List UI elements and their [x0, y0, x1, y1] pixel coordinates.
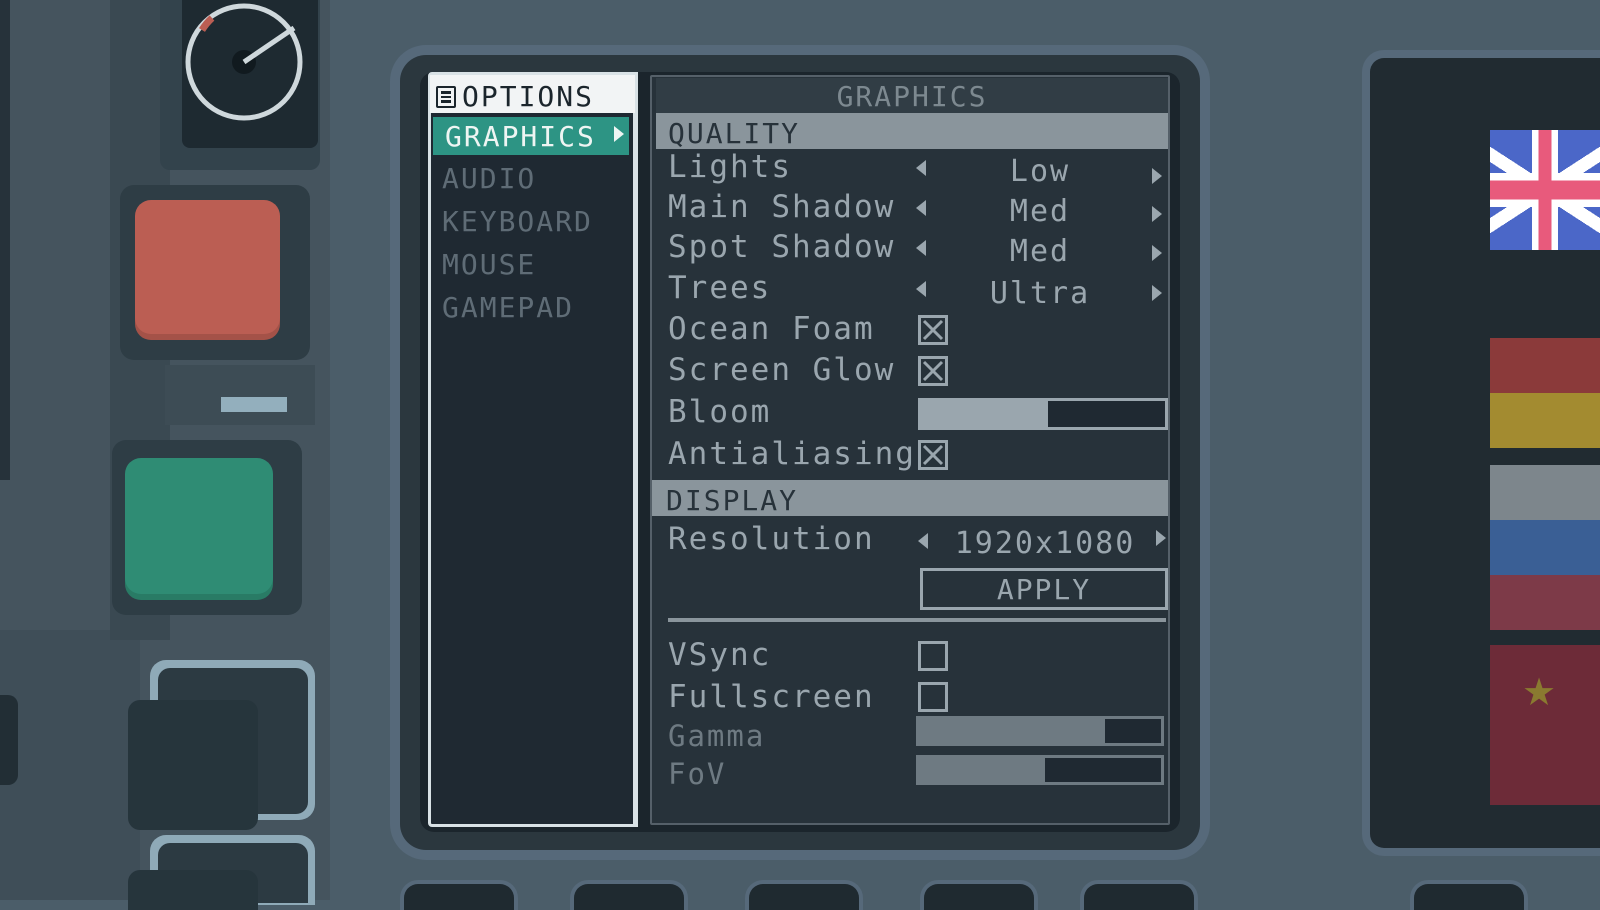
lights-decrease-arrow[interactable] — [916, 160, 926, 176]
screen-glow-label: Screen Glow — [668, 352, 896, 388]
console-key[interactable] — [1080, 880, 1198, 910]
panel-edge — [0, 0, 10, 480]
menu-item-mouse[interactable]: MOUSE — [442, 248, 536, 281]
gauge-icon — [185, 3, 303, 121]
screen-glow-checkbox[interactable] — [918, 356, 948, 386]
uk-flag-icon[interactable] — [1490, 130, 1600, 250]
spot-shadow-increase-arrow[interactable] — [1152, 245, 1162, 261]
console-key[interactable] — [570, 880, 688, 910]
console-key[interactable] — [745, 880, 863, 910]
ocean-foam-checkbox[interactable] — [918, 315, 948, 345]
fov-slider[interactable] — [916, 755, 1164, 785]
indicator-slot — [165, 365, 315, 425]
options-title: OPTIONS — [462, 80, 595, 113]
section-divider — [668, 618, 1166, 622]
main-shadow-decrease-arrow[interactable] — [916, 200, 926, 216]
console-key[interactable] — [400, 880, 518, 910]
russia-flag-stripe-red — [1490, 575, 1600, 630]
gamma-slider-fill — [919, 719, 1106, 743]
russia-flag-stripe-blue — [1490, 520, 1600, 575]
bloom-slider[interactable] — [918, 398, 1168, 430]
vsync-label: VSync — [668, 637, 772, 673]
china-flag-icon[interactable] — [1490, 645, 1600, 805]
bloom-label: Bloom — [668, 394, 772, 430]
gauge-dial — [182, 0, 318, 148]
menu-item-keyboard[interactable]: KEYBOARD — [442, 205, 593, 238]
fullscreen-label: Fullscreen — [668, 679, 875, 715]
menu-item-gamepad[interactable]: GAMEPAD — [442, 291, 574, 324]
panel-ledge — [0, 630, 140, 900]
indicator-light — [221, 397, 287, 412]
bloom-slider-fill — [921, 401, 1048, 427]
germany-flag-icon[interactable] — [1490, 338, 1600, 393]
trees-decrease-arrow[interactable] — [916, 281, 926, 297]
spot-shadow-label: Spot Shadow — [668, 229, 896, 265]
vsync-checkbox[interactable] — [918, 641, 948, 671]
star-icon: ★ — [1522, 670, 1557, 714]
check-x-icon — [922, 360, 944, 382]
dark-key-button[interactable] — [128, 700, 258, 830]
resolution-value: 1920x1080 — [954, 526, 1136, 561]
lights-increase-arrow[interactable] — [1152, 168, 1162, 184]
console-key[interactable] — [920, 880, 1038, 910]
lights-label: Lights — [668, 149, 792, 185]
fov-label: FoV — [668, 757, 727, 791]
antialiasing-checkbox[interactable] — [918, 440, 948, 470]
trees-label: Trees — [668, 270, 772, 306]
check-x-icon — [922, 319, 944, 341]
edge-knob — [0, 695, 18, 785]
resolution-decrease-arrow[interactable] — [918, 533, 928, 549]
lights-value: Low — [1009, 154, 1071, 189]
check-x-icon — [922, 444, 944, 466]
fullscreen-checkbox[interactable] — [918, 682, 948, 712]
antialiasing-label: Antialiasing — [668, 436, 916, 472]
chevron-right-icon — [614, 126, 624, 142]
resolution-label: Resolution — [668, 521, 875, 557]
gamma-slider[interactable] — [916, 716, 1164, 746]
fov-slider-fill — [919, 758, 1045, 782]
console-key[interactable] — [1410, 880, 1528, 910]
menu-item-audio[interactable]: AUDIO — [442, 162, 536, 195]
quality-section-label: QUALITY — [668, 117, 801, 150]
ocean-foam-label: Ocean Foam — [668, 311, 875, 347]
spot-shadow-decrease-arrow[interactable] — [916, 240, 926, 256]
russia-flag-icon[interactable] — [1490, 465, 1600, 520]
gamma-label: Gamma — [668, 719, 766, 753]
main-shadow-label: Main Shadow — [668, 189, 896, 225]
menu-icon — [436, 86, 456, 108]
settings-title: GRAPHICS — [836, 80, 988, 113]
trees-value: Ultra — [989, 276, 1091, 311]
main-shadow-value: Med — [1009, 194, 1071, 229]
trees-increase-arrow[interactable] — [1152, 285, 1162, 301]
red-button[interactable] — [135, 200, 280, 340]
main-shadow-increase-arrow[interactable] — [1152, 206, 1162, 222]
dark-key2-button[interactable] — [128, 870, 258, 910]
resolution-increase-arrow[interactable] — [1156, 530, 1166, 546]
apply-button[interactable]: APPLY — [920, 568, 1168, 610]
display-section-label: DISPLAY — [666, 484, 799, 517]
spot-shadow-value: Med — [1009, 234, 1071, 269]
green-button[interactable] — [125, 458, 273, 600]
menu-item-graphics-label: GRAPHICS — [445, 120, 596, 153]
germany-flag-stripe — [1490, 393, 1600, 448]
